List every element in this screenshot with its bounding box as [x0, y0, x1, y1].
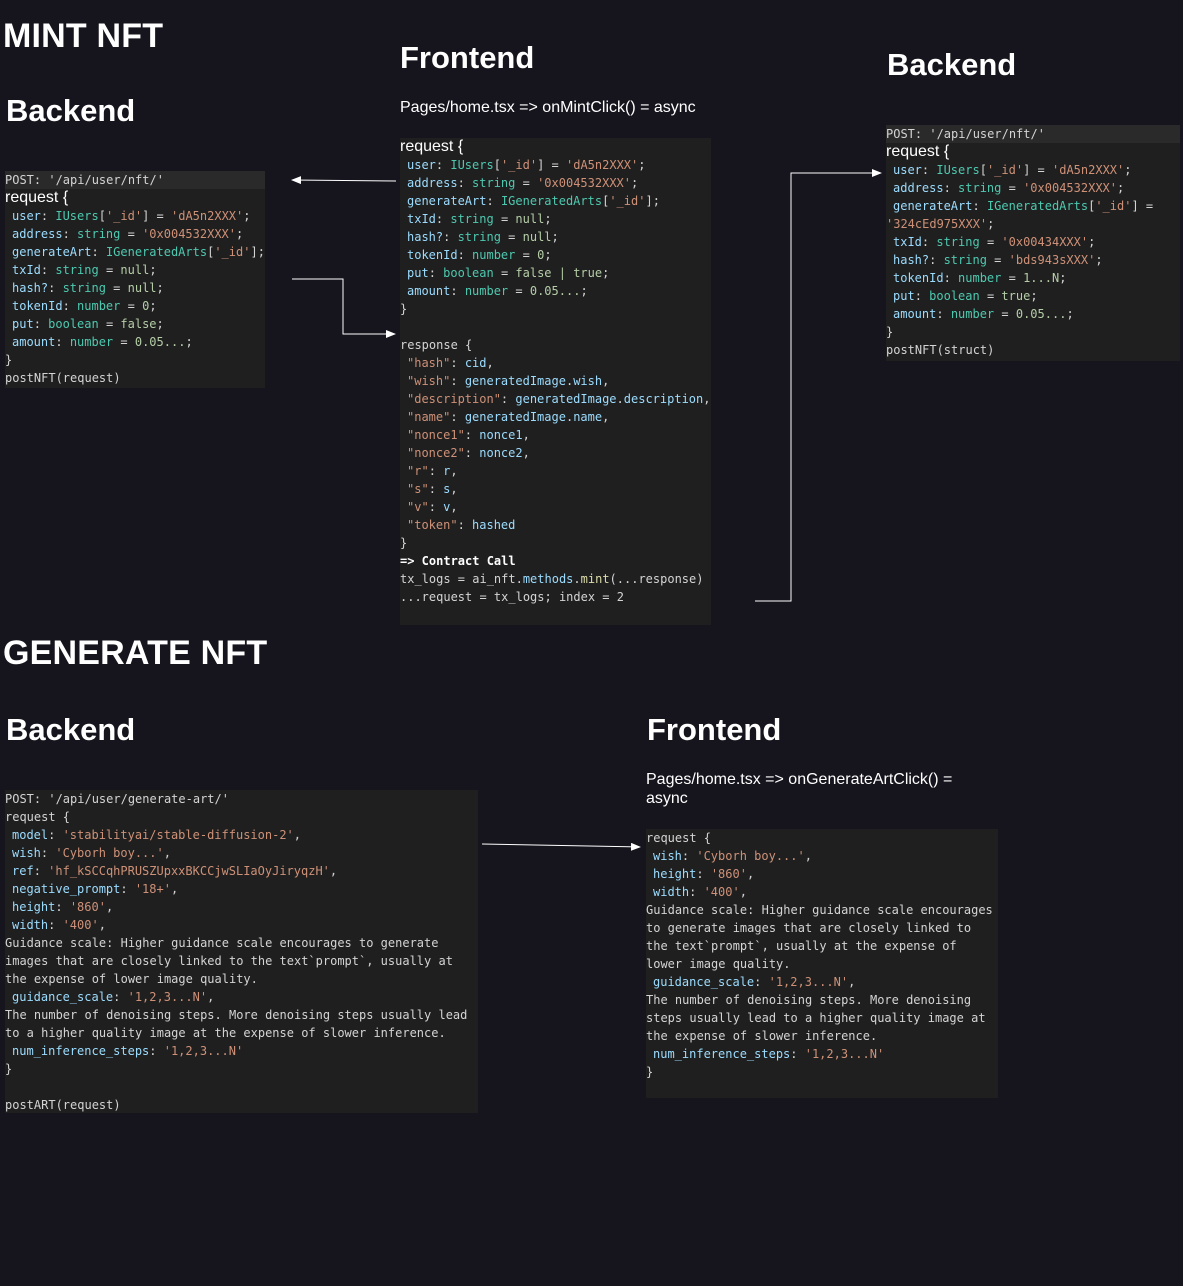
- arrow-contract-to-struct: [755, 169, 882, 602]
- arrow-backend-to-response: [292, 278, 396, 338]
- arrow-frontend-to-backend: [291, 176, 397, 185]
- flow-arrows: [291, 169, 882, 851]
- arrow-generate-backend-to-frontend: [481, 842, 641, 851]
